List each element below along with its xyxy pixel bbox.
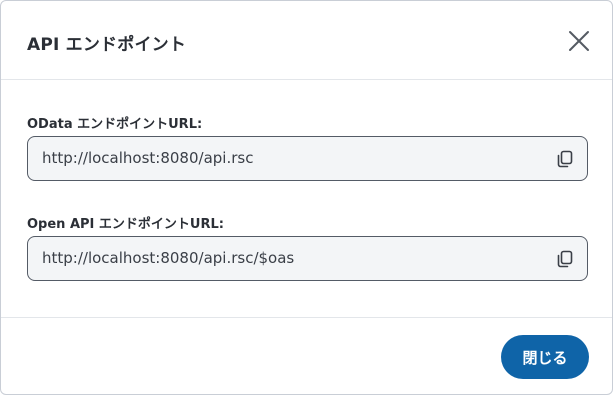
close-button[interactable]: 閉じる bbox=[501, 335, 589, 379]
dialog-header: API エンドポイント bbox=[1, 1, 612, 80]
dialog-footer: 閉じる bbox=[1, 317, 612, 394]
copy-icon[interactable] bbox=[555, 249, 575, 269]
dialog-title: API エンドポイント bbox=[27, 35, 187, 55]
close-icon[interactable] bbox=[566, 28, 592, 54]
api-endpoint-dialog: API エンドポイント OData エンドポイントURL: http://loc… bbox=[0, 0, 613, 395]
openapi-url-value[interactable]: http://localhost:8080/api.rsc/$oas bbox=[42, 249, 294, 267]
openapi-url-field[interactable]: http://localhost:8080/api.rsc/$oas bbox=[27, 236, 588, 281]
copy-icon[interactable] bbox=[555, 149, 575, 169]
dialog-body: OData エンドポイントURL: http://localhost:8080/… bbox=[1, 81, 612, 317]
odata-url-field[interactable]: http://localhost:8080/api.rsc bbox=[27, 136, 588, 181]
openapi-url-label: Open API エンドポイントURL: bbox=[27, 217, 224, 232]
odata-url-value[interactable]: http://localhost:8080/api.rsc bbox=[42, 149, 253, 167]
odata-url-label: OData エンドポイントURL: bbox=[27, 117, 203, 132]
